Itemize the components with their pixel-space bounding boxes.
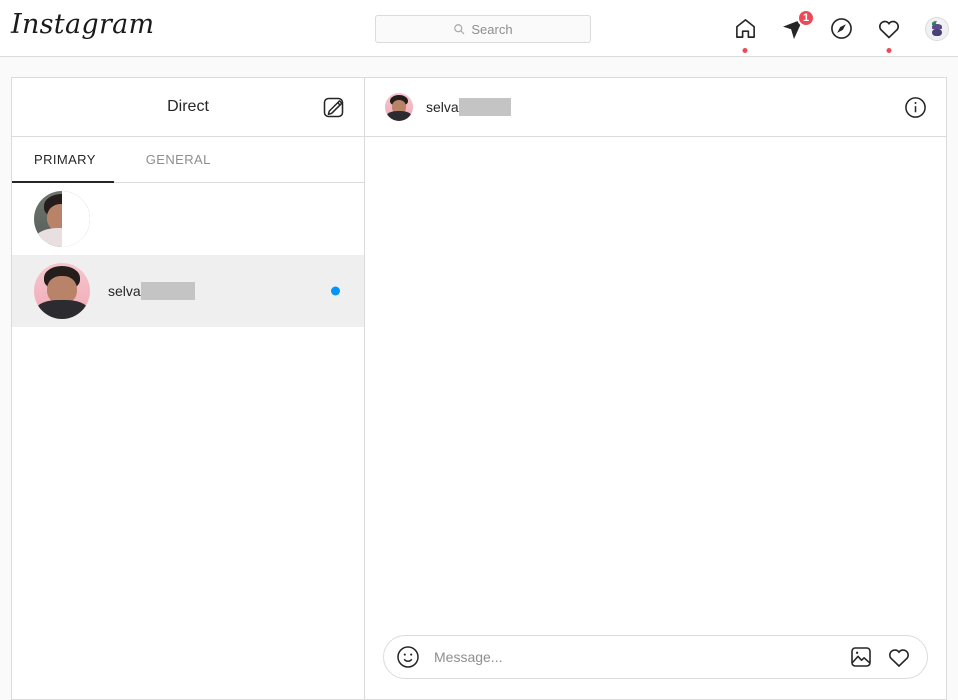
direct-header: Direct: [12, 78, 364, 137]
thread-username[interactable]: selva: [426, 98, 511, 116]
message-thread: selva: [365, 78, 946, 699]
message-composer[interactable]: Message...: [383, 635, 928, 679]
messages-area: [365, 137, 946, 635]
conversation-list: selva: [12, 183, 364, 699]
avatar-loading-clip: [62, 191, 90, 247]
profile-avatar[interactable]: [924, 16, 950, 42]
avatar-torso-shape: [387, 111, 412, 121]
direct-unread-badge: 1: [797, 9, 815, 27]
home-notification-dot: [743, 48, 748, 53]
list-item[interactable]: selva: [12, 255, 364, 327]
new-message-icon[interactable]: [320, 94, 346, 120]
conversation-username: selva: [108, 282, 195, 300]
list-item[interactable]: [12, 183, 364, 255]
nav-icon-group: 1: [732, 0, 950, 57]
explore-icon[interactable]: [828, 16, 854, 42]
direct-icon[interactable]: 1: [780, 16, 806, 42]
message-input[interactable]: Message...: [434, 649, 835, 665]
activity-heart-icon[interactable]: [876, 16, 902, 42]
activity-notification-dot: [887, 48, 892, 53]
search-input[interactable]: Search: [375, 15, 591, 43]
avatar-image: [926, 18, 948, 40]
avatar-image: [34, 263, 90, 319]
search-icon: [453, 23, 465, 35]
avatar[interactable]: [385, 93, 413, 121]
thread-header: selva: [365, 78, 946, 137]
info-circle-icon[interactable]: [902, 94, 928, 120]
redaction-box: [141, 282, 195, 300]
composer-wrapper: Message...: [365, 635, 946, 699]
conversation-username-text: selva: [108, 283, 141, 299]
unread-dot: [331, 287, 340, 296]
instagram-logo[interactable]: Instagram: [11, 9, 154, 40]
home-icon[interactable]: [732, 16, 758, 42]
heart-icon[interactable]: [887, 645, 911, 669]
search-placeholder: Search: [471, 22, 512, 37]
page-title: Direct: [167, 98, 209, 116]
conversation-sidebar: Direct PRIMARY GENERAL: [12, 78, 365, 699]
redaction-box: [459, 98, 511, 116]
photo-icon[interactable]: [849, 645, 873, 669]
inbox-tabs: PRIMARY GENERAL: [12, 137, 364, 183]
droid-body-shape: [932, 29, 943, 36]
avatar-image: [385, 93, 413, 121]
avatar: [34, 263, 90, 319]
thread-username-text: selva: [426, 99, 459, 115]
avatar: [34, 191, 90, 247]
top-navbar: Instagram Search 1: [0, 0, 958, 57]
avatar: [925, 17, 949, 41]
tab-primary[interactable]: PRIMARY: [34, 137, 114, 182]
tab-general[interactable]: GENERAL: [146, 137, 229, 182]
direct-card: Direct PRIMARY GENERAL: [11, 77, 947, 700]
emoji-smiley-icon[interactable]: [396, 645, 420, 669]
avatar-torso-shape: [37, 300, 86, 319]
